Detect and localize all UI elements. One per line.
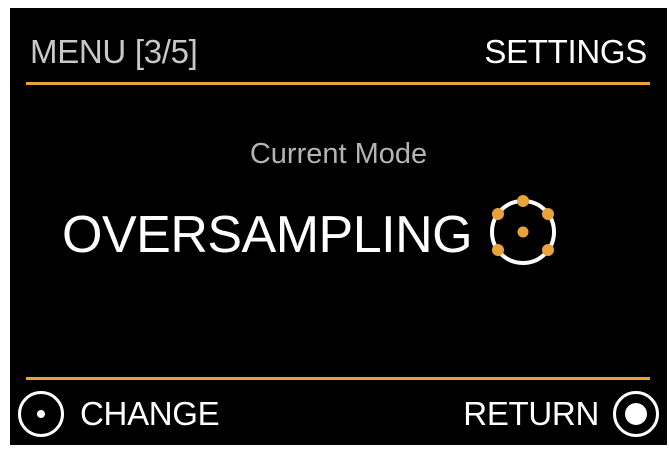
knob-small-dot-icon <box>18 391 64 437</box>
change-button[interactable]: CHANGE <box>16 386 220 442</box>
menu-position-indicator: MENU [3/5] <box>30 33 198 70</box>
oversampling-dots-icon <box>490 195 556 265</box>
header-divider <box>26 82 650 85</box>
return-button[interactable]: RETURN <box>463 386 661 442</box>
footer-divider <box>26 377 650 380</box>
page-title: SETTINGS <box>484 33 647 70</box>
change-button-label: CHANGE <box>80 395 220 432</box>
knob-large-dot-icon <box>613 391 659 437</box>
current-mode-value: OVERSAMPLING <box>62 206 473 264</box>
device-screen: MENU [3/5] SETTINGS Current Mode OVERSAM… <box>10 8 667 445</box>
current-mode-label: Current Mode <box>249 138 428 170</box>
return-button-label: RETURN <box>463 395 599 432</box>
